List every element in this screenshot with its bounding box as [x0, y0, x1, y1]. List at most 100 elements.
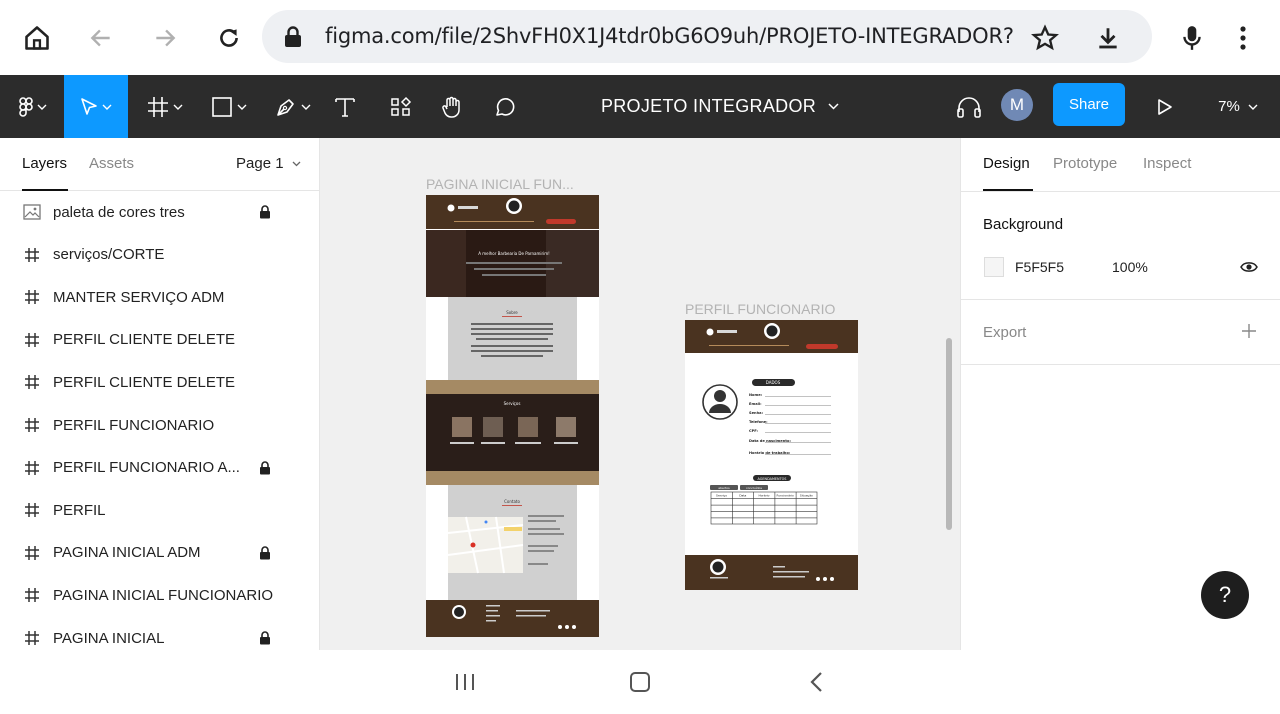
background-opacity-value[interactable]: 100%	[1112, 259, 1148, 275]
resources-button[interactable]	[386, 75, 416, 138]
back-icon[interactable]	[81, 18, 121, 58]
canvas-vertical-scrollbar[interactable]	[946, 338, 952, 530]
tab-inspect[interactable]: Inspect	[1143, 155, 1191, 172]
bookmark-star-icon[interactable]	[1025, 18, 1065, 58]
frame-hash-icon	[22, 245, 42, 265]
layer-name: MANTER SERVIÇO ADM	[53, 288, 225, 306]
layer-row[interactable]: PERFIL FUNCIONARIO A...	[0, 447, 319, 489]
design-canvas[interactable]: PAGINA INICIAL FUN... PERFIL FUNCIONARIO…	[320, 138, 960, 650]
profile-field-line	[765, 405, 831, 406]
more-vert-icon[interactable]	[1223, 18, 1263, 58]
lock-icon[interactable]	[259, 631, 271, 645]
comment-tool-button[interactable]	[490, 75, 520, 138]
chevron-down-icon	[301, 104, 311, 110]
home-square-icon[interactable]	[629, 671, 651, 698]
image-icon	[22, 202, 42, 222]
present-play-button[interactable]	[1152, 75, 1178, 138]
microphone-icon[interactable]	[1172, 18, 1212, 58]
figma-logo-icon	[19, 96, 33, 117]
frame-hash-icon	[22, 415, 42, 435]
lock-icon[interactable]	[259, 205, 271, 219]
layer-row[interactable]: PERFIL CLIENTE DELETE	[0, 319, 319, 361]
headphones-icon	[957, 96, 981, 118]
frame-perfil-funcionario[interactable]: DADOS Nome:Email:Senha:Telefone:CPF:Data…	[685, 320, 858, 590]
layer-row[interactable]: PAGINA INICIAL ADM	[0, 532, 319, 574]
chevron-down-icon	[1248, 104, 1258, 110]
layer-name: serviços/CORTE	[53, 246, 165, 264]
layer-name: PAGINA INICIAL	[53, 629, 165, 647]
table-header-cell: Situação	[800, 493, 813, 497]
frame1-contato-title: Contato	[504, 499, 520, 504]
background-color-swatch[interactable]	[984, 257, 1004, 277]
text-tool-button[interactable]	[330, 75, 360, 138]
page-selector[interactable]: Page 1	[236, 155, 301, 172]
zoom-menu[interactable]: 7%	[1212, 75, 1264, 138]
layer-row[interactable]: PERFIL FUNCIONARIO	[0, 404, 319, 446]
main-menu-button[interactable]	[10, 75, 56, 138]
layer-name: paleta de cores tres	[53, 203, 185, 221]
layer-name: PAGINA INICIAL FUNCIONARIO	[53, 586, 274, 604]
table-row-divider	[711, 511, 817, 512]
tab-layers[interactable]: Layers	[22, 155, 67, 172]
frame-title-pagina-inicial[interactable]: PAGINA INICIAL FUN...	[426, 176, 574, 192]
frame-hash-icon	[22, 628, 42, 648]
cursor-arrow-icon	[81, 97, 97, 115]
layer-row[interactable]: PERFIL CLIENTE DELETE	[0, 361, 319, 403]
table-column-divider	[795, 492, 797, 524]
table-row-divider	[711, 517, 817, 519]
recent-apps-icon[interactable]	[454, 672, 476, 697]
download-icon[interactable]	[1088, 18, 1128, 58]
address-bar[interactable]: figma.com/file/2ShvFH0X1J4tdr0bG6O9uh/PR…	[262, 10, 1152, 63]
add-export-plus-icon[interactable]	[1241, 323, 1257, 344]
background-divider	[961, 299, 1280, 300]
frame-pagina-inicial-funcionario[interactable]: A melhor Barbearia De Parnamirim! Sobre …	[426, 195, 599, 637]
layer-row[interactable]: PAGINA INICIAL	[0, 617, 319, 650]
tab-assets[interactable]: Assets	[89, 155, 134, 172]
tab-design[interactable]: Design	[983, 155, 1030, 172]
avatar[interactable]: M	[1001, 89, 1033, 121]
frame-hash-icon	[148, 96, 168, 117]
audio-headphones-button[interactable]	[954, 75, 984, 138]
home-icon[interactable]	[17, 18, 57, 58]
chevron-down-icon	[237, 104, 247, 110]
layer-row[interactable]: MANTER SERVIÇO ADM	[0, 276, 319, 318]
layer-row[interactable]: paleta de cores tres	[0, 191, 319, 233]
lock-icon[interactable]	[259, 460, 271, 475]
profile-field-line	[765, 396, 831, 397]
export-section-title[interactable]: Export	[983, 324, 1026, 341]
tab-prototype[interactable]: Prototype	[1053, 155, 1117, 172]
layers-panel: Layers Assets Page 1 paleta de cores tre…	[0, 138, 320, 650]
layer-row[interactable]: PERFIL	[0, 489, 319, 531]
pen-tool-button[interactable]	[268, 75, 318, 138]
forward-icon[interactable]	[145, 18, 185, 58]
chevron-down-icon	[37, 104, 47, 110]
hand-icon	[442, 96, 460, 118]
filter-abertos: abertos	[718, 486, 730, 490]
profile-field-line	[765, 442, 831, 443]
shape-tool-button[interactable]	[204, 75, 254, 138]
layer-row[interactable]: serviços/CORTE	[0, 234, 319, 276]
table-header-cell: Funcionário	[777, 493, 794, 497]
comment-bubble-icon	[496, 97, 515, 116]
frame-hash-icon	[22, 287, 42, 307]
help-question-icon[interactable]: ?	[1201, 571, 1249, 619]
share-button[interactable]: Share	[1053, 83, 1125, 126]
play-icon	[1158, 98, 1172, 115]
back-chevron-icon[interactable]	[808, 671, 824, 698]
tabs-divider	[961, 191, 1280, 192]
layer-row[interactable]: PAGINA INICIAL FUNCIONARIO	[0, 574, 319, 616]
frame-hash-icon	[22, 543, 42, 563]
table-header-cell: Horário	[758, 493, 769, 497]
project-title[interactable]: PROJETO INTEGRADOR	[560, 75, 880, 138]
frame-tool-button[interactable]	[140, 75, 190, 138]
frame-title-perfil-funcionario[interactable]: PERFIL FUNCIONARIO	[685, 301, 835, 317]
background-hex-value[interactable]: F5F5F5	[1015, 259, 1064, 275]
visibility-eye-icon[interactable]	[1240, 260, 1258, 279]
profile-field-line	[765, 432, 831, 433]
reload-icon[interactable]	[209, 18, 249, 58]
chevron-down-icon	[173, 104, 183, 110]
hand-tool-button[interactable]	[436, 75, 468, 138]
move-tool-button[interactable]	[64, 75, 128, 138]
lock-icon[interactable]	[259, 546, 271, 560]
profile-field-label: Email:	[749, 402, 762, 406]
